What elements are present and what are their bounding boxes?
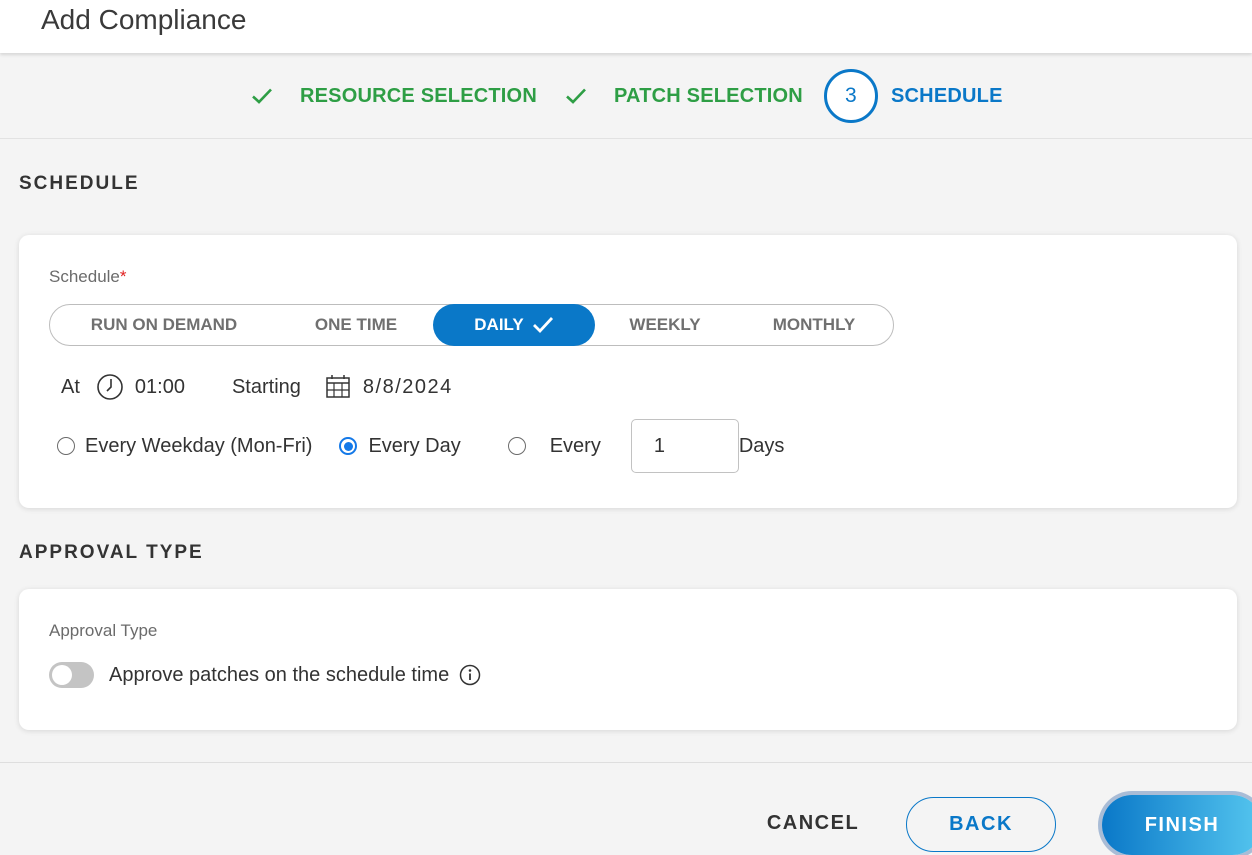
schedule-field-label: Schedule*	[49, 267, 127, 287]
schedule-option-run-on-demand[interactable]: RUN ON DEMAND	[50, 304, 278, 346]
option-label: MONTHLY	[772, 315, 856, 334]
radio-every-weekday[interactable]	[57, 437, 75, 455]
date-value: 8/8/2024	[362, 375, 453, 398]
radio-every-day[interactable]	[339, 437, 358, 455]
back-button[interactable]: BACK	[906, 797, 1056, 852]
cancel-button[interactable]: CANCEL	[760, 800, 866, 846]
radio-every-n-days-label: Every	[549, 434, 601, 457]
time-date-row: At 01:00 Starting 8/8/2024	[61, 372, 453, 402]
finish-button[interactable]: FINISH	[1102, 795, 1252, 855]
schedule-option-weekly[interactable]: WEEKLY	[595, 304, 735, 346]
check-icon	[532, 317, 553, 334]
at-label: At	[61, 375, 80, 398]
info-icon[interactable]	[459, 664, 481, 686]
radio-every-n-days[interactable]	[507, 437, 526, 455]
option-label: ONE TIME	[314, 315, 398, 334]
option-label: RUN ON DEMAND	[90, 315, 238, 334]
step-label: PATCH SELECTION	[614, 84, 803, 107]
check-icon	[252, 88, 272, 104]
step-patch-selection[interactable]: PATCH SELECTION	[564, 53, 803, 139]
date-picker[interactable]: 8/8/2024	[325, 374, 453, 400]
required-mark: *	[119, 267, 127, 286]
page-header: Add Compliance	[0, 0, 1252, 53]
approval-field-label: Approval Type	[49, 621, 158, 640]
check-icon	[566, 88, 586, 104]
step-resource-selection[interactable]: RESOURCE SELECTION	[250, 53, 537, 139]
approval-section-title: APPROVAL TYPE	[19, 542, 204, 563]
radio-every-weekday-label: Every Weekday (Mon-Fri)	[85, 434, 313, 457]
schedule-label-text: Schedule	[49, 267, 120, 286]
clock-icon	[97, 374, 123, 400]
schedule-option-one-time[interactable]: ONE TIME	[278, 304, 434, 346]
radio-every-day-label: Every Day	[368, 434, 461, 457]
option-label: DAILY	[474, 315, 524, 334]
approval-card: Approval Type Approve patches on the sch…	[19, 589, 1237, 730]
page-title: Add Compliance	[41, 4, 247, 35]
step-label: RESOURCE SELECTION	[300, 84, 537, 107]
schedule-option-daily[interactable]: DAILY	[433, 304, 595, 346]
recurrence-row: Every Weekday (Mon-Fri) Every Day Every …	[57, 418, 784, 474]
step-label: SCHEDULE	[891, 84, 1003, 107]
wizard-stepper: RESOURCE SELECTION PATCH SELECTION 3 SCH…	[0, 53, 1252, 139]
schedule-section-title: SCHEDULE	[19, 173, 140, 194]
every-n-days-input[interactable]	[630, 419, 739, 473]
approval-toggle-row: Approve patches on the schedule time	[49, 660, 481, 690]
time-picker[interactable]: 01:00	[96, 373, 185, 401]
schedule-option-monthly[interactable]: MONTHLY	[735, 304, 893, 346]
schedule-type-selector: RUN ON DEMAND ONE TIME DAILY WEEKLY MONT…	[49, 304, 894, 346]
option-label: WEEKLY	[629, 315, 701, 334]
approve-on-schedule-toggle[interactable]	[49, 662, 94, 688]
calendar-icon	[326, 375, 350, 398]
time-value: 01:00	[134, 375, 185, 398]
schedule-card: Schedule* RUN ON DEMAND ONE TIME DAILY W…	[19, 235, 1237, 508]
toggle-label: Approve patches on the schedule time	[109, 663, 450, 686]
step-schedule[interactable]: 3 SCHEDULE	[824, 53, 1003, 139]
footer-divider	[0, 762, 1252, 763]
starting-label: Starting	[231, 375, 301, 398]
days-label: Days	[738, 434, 785, 457]
step-number: 3	[824, 69, 878, 123]
